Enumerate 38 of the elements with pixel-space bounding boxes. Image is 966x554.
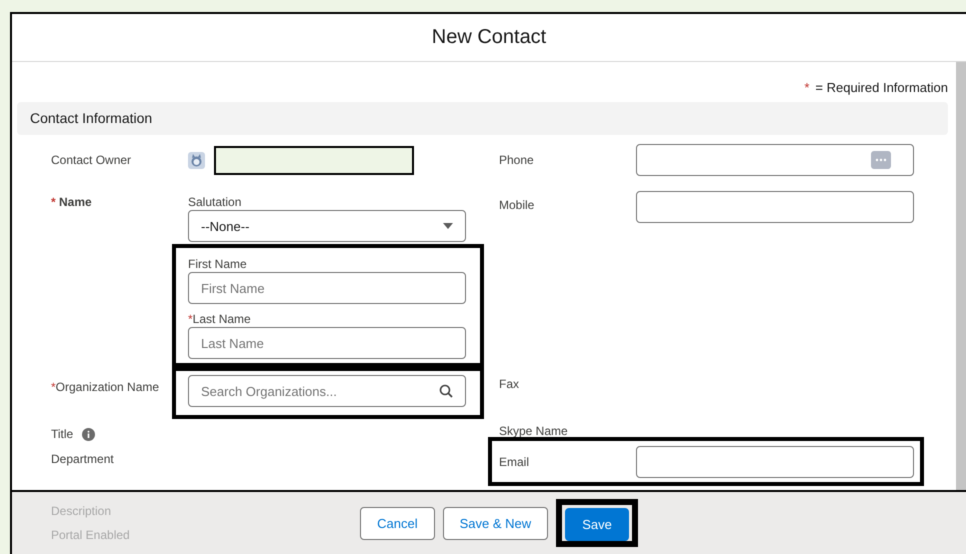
field-label: First Name bbox=[188, 257, 247, 271]
salutation-select[interactable]: --None-- bbox=[188, 210, 466, 242]
field-label: Skype Name bbox=[499, 423, 569, 440]
field-label: Mobile bbox=[499, 197, 536, 214]
required-mark: * bbox=[804, 80, 810, 95]
field-label: Organization Name bbox=[56, 380, 160, 394]
required-note: = Required Information bbox=[815, 80, 948, 95]
user-avatar-icon bbox=[188, 152, 205, 169]
field-label: Name bbox=[59, 195, 92, 209]
field-label: Email bbox=[499, 454, 530, 470]
save-button[interactable]: Save bbox=[565, 508, 629, 541]
field-label: Fax bbox=[499, 376, 520, 393]
first-name-field[interactable]: First Name bbox=[188, 272, 466, 304]
field-label: Contact Owner bbox=[51, 152, 132, 169]
scrollbar[interactable] bbox=[956, 62, 966, 490]
dialog-title: New Contact bbox=[432, 26, 546, 49]
required-mark: * bbox=[51, 380, 56, 394]
mobile-field[interactable] bbox=[636, 191, 914, 223]
field-label: Phone bbox=[499, 152, 535, 168]
footer-button[interactable]: Cancel bbox=[360, 506, 435, 540]
required-mark: * bbox=[188, 312, 193, 326]
field-label: Title bbox=[51, 427, 74, 441]
field-label: Description bbox=[51, 504, 112, 518]
search-icon bbox=[439, 384, 453, 398]
section-header[interactable]: Contact Information bbox=[17, 102, 948, 135]
last-name-field[interactable]: Last Name bbox=[188, 327, 466, 359]
owner-field[interactable] bbox=[214, 146, 414, 175]
field-label: Portal Enabled bbox=[51, 528, 131, 542]
field-label: Last Name bbox=[192, 312, 251, 326]
dropdown-caret-icon bbox=[443, 223, 453, 229]
phone-field[interactable] bbox=[636, 144, 914, 176]
field-label: Salutation bbox=[188, 194, 242, 210]
required-mark: * bbox=[51, 195, 56, 209]
organization-search-field[interactable]: Search Organizations... bbox=[188, 375, 466, 407]
email-field[interactable] bbox=[636, 446, 914, 478]
footer-button[interactable]: Save & New bbox=[442, 506, 548, 540]
info-icon[interactable] bbox=[82, 428, 96, 440]
field-label: Department bbox=[51, 451, 115, 468]
